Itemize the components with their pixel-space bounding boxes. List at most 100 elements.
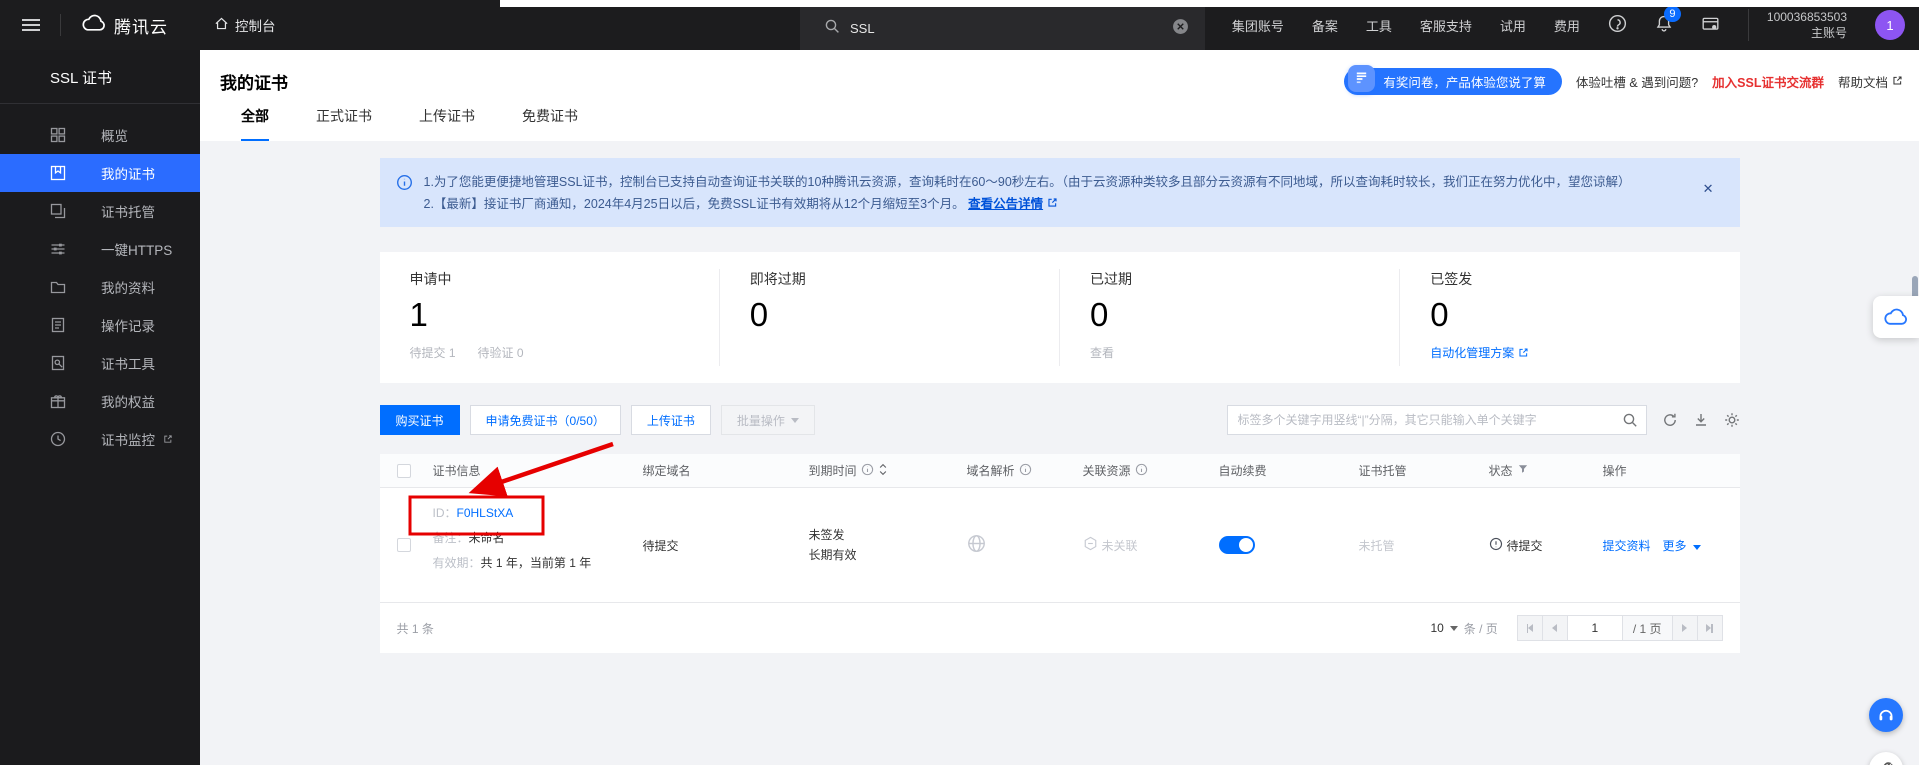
console-label: 控制台 (235, 15, 276, 35)
more-actions-link[interactable]: 更多 (1663, 537, 1701, 554)
avatar[interactable]: 1 (1875, 10, 1905, 40)
customer-service-button[interactable] (1869, 698, 1903, 732)
sidebar-item-my-benefits[interactable]: 我的权益 (0, 382, 200, 420)
batch-actions-button[interactable]: 批量操作 (721, 405, 815, 435)
select-all-checkbox[interactable] (397, 464, 411, 478)
last-page-button[interactable] (1697, 615, 1723, 641)
sidebar-title: SSL 证书 (0, 50, 200, 103)
divider (60, 14, 61, 36)
announcement-link[interactable]: 查看公告详情 (968, 197, 1043, 211)
stat-label: 已签发 (1430, 269, 1709, 289)
tab-free-certs[interactable]: 免费证书 (522, 106, 578, 141)
brand-label: 腾讯云 (114, 13, 168, 38)
next-page-button[interactable] (1672, 615, 1698, 641)
menu-tools[interactable]: 工具 (1366, 16, 1392, 35)
table-header: 证书信息 绑定域名 到期时间 域名解析 关联资源 自 (380, 454, 1740, 488)
sidebar-item-cert-tools[interactable]: 证书工具 (0, 344, 200, 382)
folder-icon (50, 279, 66, 295)
join-group-link[interactable]: 加入SSL证书交流群 (1712, 72, 1824, 91)
cert-tabs: 全部 正式证书 上传证书 免费证书 (241, 106, 578, 141)
tencent-cloud-logo[interactable]: 腾讯云 (81, 13, 168, 38)
cert-id-label: ID： (433, 506, 457, 520)
account-info[interactable]: 100036853503 主账号 (1748, 9, 1847, 41)
cloud-logo-icon (1883, 308, 1909, 326)
tab-uploaded-certs[interactable]: 上传证书 (419, 106, 475, 141)
help-doc-link[interactable]: 帮助文档 (1838, 72, 1903, 91)
console-link[interactable]: 控制台 (214, 15, 276, 35)
stat-sub-pending: 待提交 1 (410, 344, 456, 361)
sort-icon[interactable] (878, 463, 888, 479)
stat-sub-verify: 待验证 0 (478, 344, 524, 361)
sidebar-item-one-click-https[interactable]: 一键HTTPS (0, 230, 200, 268)
settings-gear-icon[interactable] (1724, 412, 1740, 428)
chevron-down-icon (791, 418, 799, 423)
survey-promo-label: 有奖问卷，产品体验您说了算 (1383, 72, 1546, 91)
survey-promo-badge[interactable]: 有奖问卷，产品体验您说了算 (1344, 68, 1562, 95)
sidebar-item-cert-monitor[interactable]: 证书监控 (0, 420, 200, 458)
search-query[interactable]: SSL (850, 21, 1172, 36)
menu-support[interactable]: 客服支持 (1420, 16, 1472, 35)
menu-icp[interactable]: 备案 (1312, 16, 1338, 35)
menu-trial[interactable]: 试用 (1500, 16, 1526, 35)
expire-cell: 未签发 长期有效 (809, 525, 857, 565)
page-size-select[interactable]: 10 (1430, 621, 1457, 635)
prev-page-button[interactable] (1542, 615, 1568, 641)
row-checkbox[interactable] (397, 538, 411, 552)
stats-panel: 申请中 1 待提交 1 待验证 0 即将过期 0 已过期 0 查看 (380, 252, 1740, 383)
info-icon[interactable] (1019, 463, 1032, 479)
globe-icon[interactable] (967, 534, 986, 556)
banner-close-icon[interactable]: ✕ (1703, 182, 1714, 195)
auto-renew-toggle[interactable] (1219, 536, 1255, 554)
chevron-down-icon (1693, 545, 1701, 550)
apply-free-cert-button[interactable]: 申请免费证书（0/50） (470, 405, 621, 435)
keyword-search-input[interactable] (1227, 405, 1647, 435)
topbar-menu: 集团账号 备案 工具 客服支持 试用 费用 9 100036853503 主账号… (1232, 9, 1919, 41)
col-dns: 域名解析 (967, 462, 1015, 479)
submit-materials-link[interactable]: 提交资料 (1603, 537, 1651, 554)
search-icon[interactable] (1622, 412, 1638, 433)
info-icon (396, 174, 413, 215)
clear-search-icon[interactable] (1172, 18, 1189, 40)
support-circle-icon[interactable] (1608, 14, 1627, 36)
cert-table: 证书信息 绑定域名 到期时间 域名解析 关联资源 自 (380, 454, 1740, 653)
global-search[interactable]: SSL (800, 7, 1205, 50)
expire-line2: 长期有效 (809, 545, 857, 565)
stat-card-expiring: 即将过期 0 (719, 269, 1059, 366)
sidebar-item-my-certificates[interactable]: 我的证书 (0, 154, 200, 192)
menu-group-account[interactable]: 集团账号 (1232, 16, 1284, 35)
info-icon[interactable] (861, 463, 874, 479)
notifications-bell-icon[interactable]: 9 (1655, 14, 1673, 36)
buy-cert-button[interactable]: 购买证书 (380, 405, 460, 435)
tab-all[interactable]: 全部 (241, 106, 269, 141)
current-page-input[interactable] (1567, 615, 1623, 641)
sidebar-item-my-profile[interactable]: 我的资料 (0, 268, 200, 306)
feedback-float-tab[interactable] (1873, 296, 1919, 338)
view-link[interactable]: 查看 (1090, 344, 1114, 361)
console-settings-icon[interactable] (1701, 15, 1720, 36)
log-icon (50, 317, 66, 333)
certificate-id-link[interactable]: F0HLStXA (457, 506, 514, 520)
stat-card-expired: 已过期 0 查看 (1059, 269, 1399, 366)
ssl-console-page: 腾讯云 控制台 SSL 集团账号 备案 工具 客服支持 试用 费用 9 1000… (0, 0, 1919, 765)
divider (0, 103, 200, 104)
filter-funnel-icon[interactable] (1517, 463, 1529, 478)
first-page-button[interactable] (1517, 615, 1543, 641)
keyword-search (1227, 405, 1647, 435)
sidebar-item-operation-log[interactable]: 操作记录 (0, 306, 200, 344)
stat-value: 0 (750, 297, 1029, 333)
upload-cert-button[interactable]: 上传证书 (631, 405, 711, 435)
info-icon[interactable] (1135, 463, 1148, 479)
automation-plan-link[interactable]: 自动化管理方案 (1430, 344, 1529, 361)
download-icon[interactable] (1693, 412, 1709, 428)
help-doc-label: 帮助文档 (1838, 72, 1888, 91)
sidebar-item-overview[interactable]: 概览 (0, 116, 200, 154)
hamburger-menu-icon[interactable] (22, 16, 40, 34)
resource-tag-icon (1083, 536, 1098, 554)
sidebar: SSL 证书 概览 我的证书 证书托管 一键HTTPS 我的资料 (0, 50, 200, 765)
tool-icon (1877, 760, 1895, 765)
refresh-icon[interactable] (1662, 412, 1678, 428)
banner-line1: 1.为了您能更便捷地管理SSL证书，控制台已支持自动查询证书关联的10种腾讯云资… (424, 171, 1631, 193)
sidebar-item-cert-hosting[interactable]: 证书托管 (0, 192, 200, 230)
tab-paid-certs[interactable]: 正式证书 (316, 106, 372, 141)
menu-billing[interactable]: 费用 (1554, 16, 1580, 35)
